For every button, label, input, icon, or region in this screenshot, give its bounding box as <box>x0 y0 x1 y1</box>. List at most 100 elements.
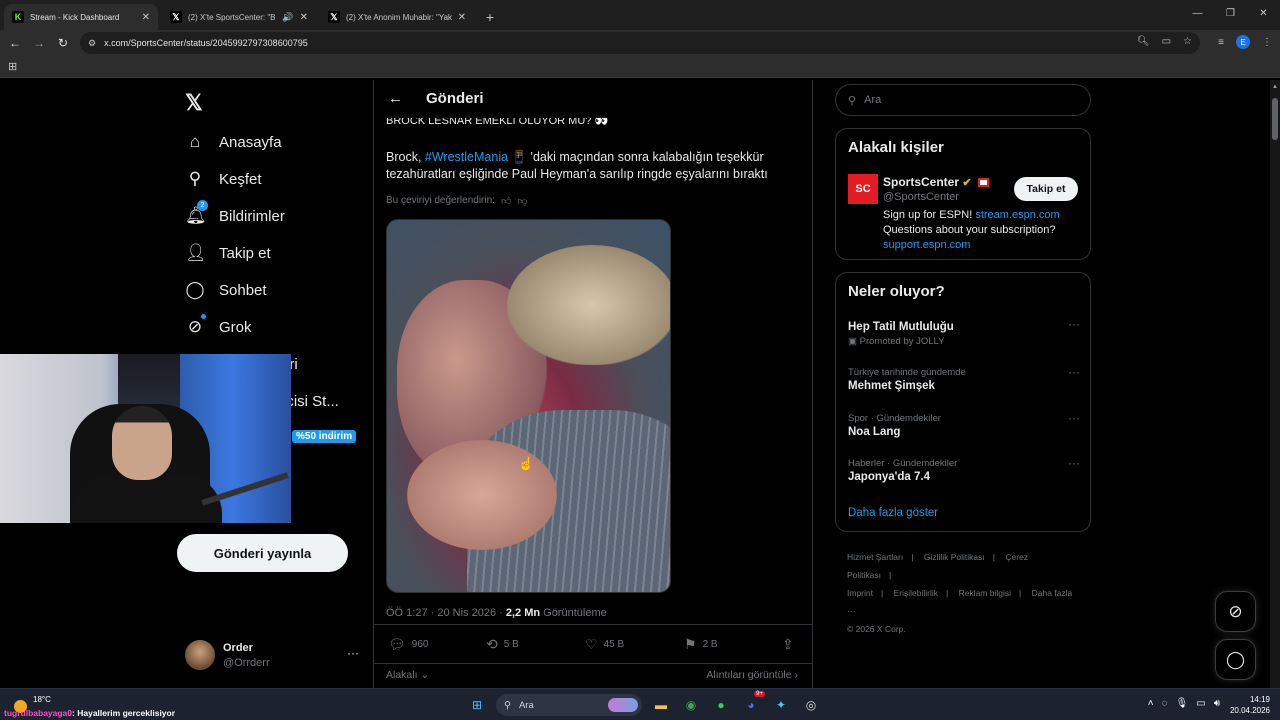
ticker-message: : Hayallerim gerceklisiyor <box>72 708 176 718</box>
sportscenter-logo[interactable]: SC <box>848 174 878 204</box>
bio-text: Sign up for ESPN! <box>883 209 976 221</box>
close-window-icon[interactable]: ✕ <box>1247 0 1280 28</box>
tab-sportscenter[interactable]: 𝕏 (2) X'te SportsCenter: "BRO 🔊 ✕ <box>162 4 316 30</box>
trend-item[interactable]: Spor · Gündemdekiler Noa Lang ··· <box>848 411 1080 438</box>
app-icon[interactable]: ✦ <box>770 694 792 716</box>
close-icon[interactable]: ✕ <box>142 12 150 23</box>
thumbs-down-icon[interactable]: 👎︎ <box>517 195 527 207</box>
views-count: 2,2 Mn <box>505 607 541 619</box>
reply-button[interactable]: 💬︎ 960 <box>388 636 428 653</box>
footer-link[interactable]: Gizlilik Politikası <box>924 552 985 562</box>
mic-icon[interactable]: 🎙︎ <box>1176 698 1189 709</box>
chevron-up-icon[interactable]: ˄ <box>1148 698 1154 709</box>
network-icon[interactable]: ◌ <box>1162 698 1168 709</box>
scrollbar-thumb[interactable] <box>1272 98 1278 140</box>
windows-start-icon[interactable]: ⊞ <box>466 694 488 716</box>
more-icon[interactable]: ··· <box>1068 411 1080 425</box>
post-button[interactable]: Gönderi yayınla <box>177 534 348 572</box>
nav-grok[interactable]: ⊘ Grok <box>185 314 252 337</box>
more-icon[interactable]: ··· <box>1068 317 1080 331</box>
more-icon[interactable]: ··· <box>1068 365 1080 379</box>
trend-name: Japonya'da 7.4 <box>848 471 930 483</box>
profile-handle: @SportsCenter <box>883 191 959 203</box>
bio-link[interactable]: stream.espn.com <box>975 209 1059 221</box>
taskbar-search[interactable]: ⚲ Ara <box>496 694 642 716</box>
spotify-icon[interactable]: ● <box>710 694 732 716</box>
close-icon[interactable]: ✕ <box>300 12 308 23</box>
post-video[interactable]: ☝ <box>386 219 671 593</box>
account-switcher[interactable]: Order @Orrderr ··· <box>185 640 365 672</box>
tab-anonim-muhabir[interactable]: 𝕏 (2) X'te Anonim Muhabir: "Yaku ✕ <box>320 4 474 30</box>
site-info-icon[interactable]: ⚙ <box>88 38 96 49</box>
minimize-icon[interactable]: — <box>1181 0 1214 28</box>
show-more-link[interactable]: Daha fazla göster <box>848 507 938 519</box>
url-text[interactable]: x.com/SportsCenter/status/20459927973086… <box>104 38 308 48</box>
display-icon[interactable]: ▭ <box>1196 698 1205 709</box>
nav-home[interactable]: ⌂ Anasayfa <box>185 132 282 152</box>
trend-item[interactable]: Hep Tatil Mutluluğu ▣ Promoted by JOLLY … <box>848 317 1080 347</box>
bio-link[interactable]: support.espn.com <box>883 239 970 251</box>
share-button[interactable]: ⇪ <box>782 636 794 653</box>
nav-follow[interactable]: 👤︎ Takip et <box>185 243 271 263</box>
discord-badge: 9+ <box>754 691 765 697</box>
repost-button[interactable]: ⟲ 5 B <box>486 636 519 653</box>
nav-notifications[interactable]: 🔔︎ 2 Bildirimler <box>185 200 285 226</box>
nav-label: Keşfet <box>219 170 262 188</box>
hashtag-link[interactable]: #WrestleMania <box>425 150 508 164</box>
close-icon[interactable]: ✕ <box>458 12 466 23</box>
post-header: ← Gönderi <box>374 80 812 118</box>
search-input[interactable]: ⚲ Ara <box>835 84 1091 116</box>
chrome-icon[interactable]: ◉ <box>680 694 702 716</box>
tab-kick-dashboard[interactable]: K Stream - Kick Dashboard ✕ <box>4 4 158 30</box>
discord-icon[interactable]: ◕ 9+ <box>740 691 765 716</box>
clock[interactable]: 14:19 20.04.2026 <box>1230 694 1270 716</box>
more-icon[interactable]: ··· <box>1068 456 1080 470</box>
like-button[interactable]: ♡ 45 B <box>585 636 624 653</box>
profile-avatar[interactable]: E <box>1236 35 1250 49</box>
apps-grid-icon[interactable]: ⊞ <box>8 60 17 73</box>
obs-icon[interactable]: ◎ <box>800 694 822 716</box>
trend-item[interactable]: Haberler · Gündemdekiler Japonya'da 7.4 … <box>848 456 1080 483</box>
nav-chat[interactable]: ◯ Sohbet <box>185 280 266 300</box>
address-bar[interactable]: ⚙ x.com/SportsCenter/status/204599279730… <box>80 32 1200 54</box>
trend-name: Noa Lang <box>848 426 901 438</box>
browser-toolbar: ← → ↻ ⚙ x.com/SportsCenter/status/204599… <box>0 30 1280 56</box>
repost-count: 5 B <box>503 639 519 650</box>
footer-link[interactable]: Reklam bilgisi <box>959 588 1011 598</box>
scrollbar[interactable]: ▲ <box>1270 80 1280 688</box>
window-controls: — ❐ ✕ <box>1181 0 1280 28</box>
file-explorer-icon[interactable]: ▬ <box>650 694 672 716</box>
related-dropdown[interactable]: Alakalı ⌄ <box>386 669 429 681</box>
grok-float-button[interactable]: ⊘ <box>1215 591 1256 632</box>
footer-link[interactable]: Imprint <box>847 588 873 598</box>
more-icon[interactable]: ··· <box>347 646 359 660</box>
post-timestamp[interactable]: ÖÖ 1:27 · 20 Nis 2026 · <box>386 607 506 619</box>
profile-name[interactable]: SportsCenter ✔ <box>883 175 989 189</box>
view-quotes-label: Alıntıları görüntüle <box>706 669 792 681</box>
scroll-up-icon[interactable]: ▲ <box>1272 84 1278 90</box>
footer-link[interactable]: Hizmet Şartları <box>847 552 903 562</box>
trend-item[interactable]: Türkiye tarihinde gündemde Mehmet Şimşek… <box>848 365 1080 392</box>
messages-float-button[interactable]: ◯ <box>1215 639 1256 680</box>
view-quotes-link[interactable]: Alıntıları görüntüle › <box>706 669 798 681</box>
bookmark-button[interactable]: ⚑ 2 B <box>684 636 718 653</box>
zoom-icon[interactable]: 🔍︎ <box>1137 36 1150 47</box>
nav-explore[interactable]: ⚲ Keşfet <box>185 169 262 189</box>
person-add-icon: 👤︎ <box>185 243 207 262</box>
reload-icon[interactable]: ↻ <box>51 36 75 50</box>
forward-icon[interactable]: → <box>27 36 51 50</box>
bookmark-star-icon[interactable]: ☆ <box>1183 36 1192 47</box>
back-arrow-icon[interactable]: ← <box>388 90 403 107</box>
cast-icon[interactable]: ▭ <box>1162 36 1171 47</box>
menu-icon[interactable]: ⋮ <box>1262 37 1272 48</box>
reading-list-icon[interactable]: ≡ <box>1218 37 1224 48</box>
thumbs-up-icon[interactable]: 👍︎ <box>501 195 511 207</box>
follow-button[interactable]: Takip et <box>1014 177 1078 201</box>
speaker-icon[interactable]: 🔊 <box>282 12 293 23</box>
x-logo-icon[interactable]: 𝕏 <box>185 90 203 116</box>
back-icon[interactable]: ← <box>3 36 27 50</box>
footer-link[interactable]: Erişilebilirlik <box>894 588 938 598</box>
volume-icon[interactable]: 🔊︎ <box>1214 698 1220 709</box>
restore-icon[interactable]: ❐ <box>1214 0 1247 28</box>
new-tab-button[interactable]: + <box>480 7 500 27</box>
